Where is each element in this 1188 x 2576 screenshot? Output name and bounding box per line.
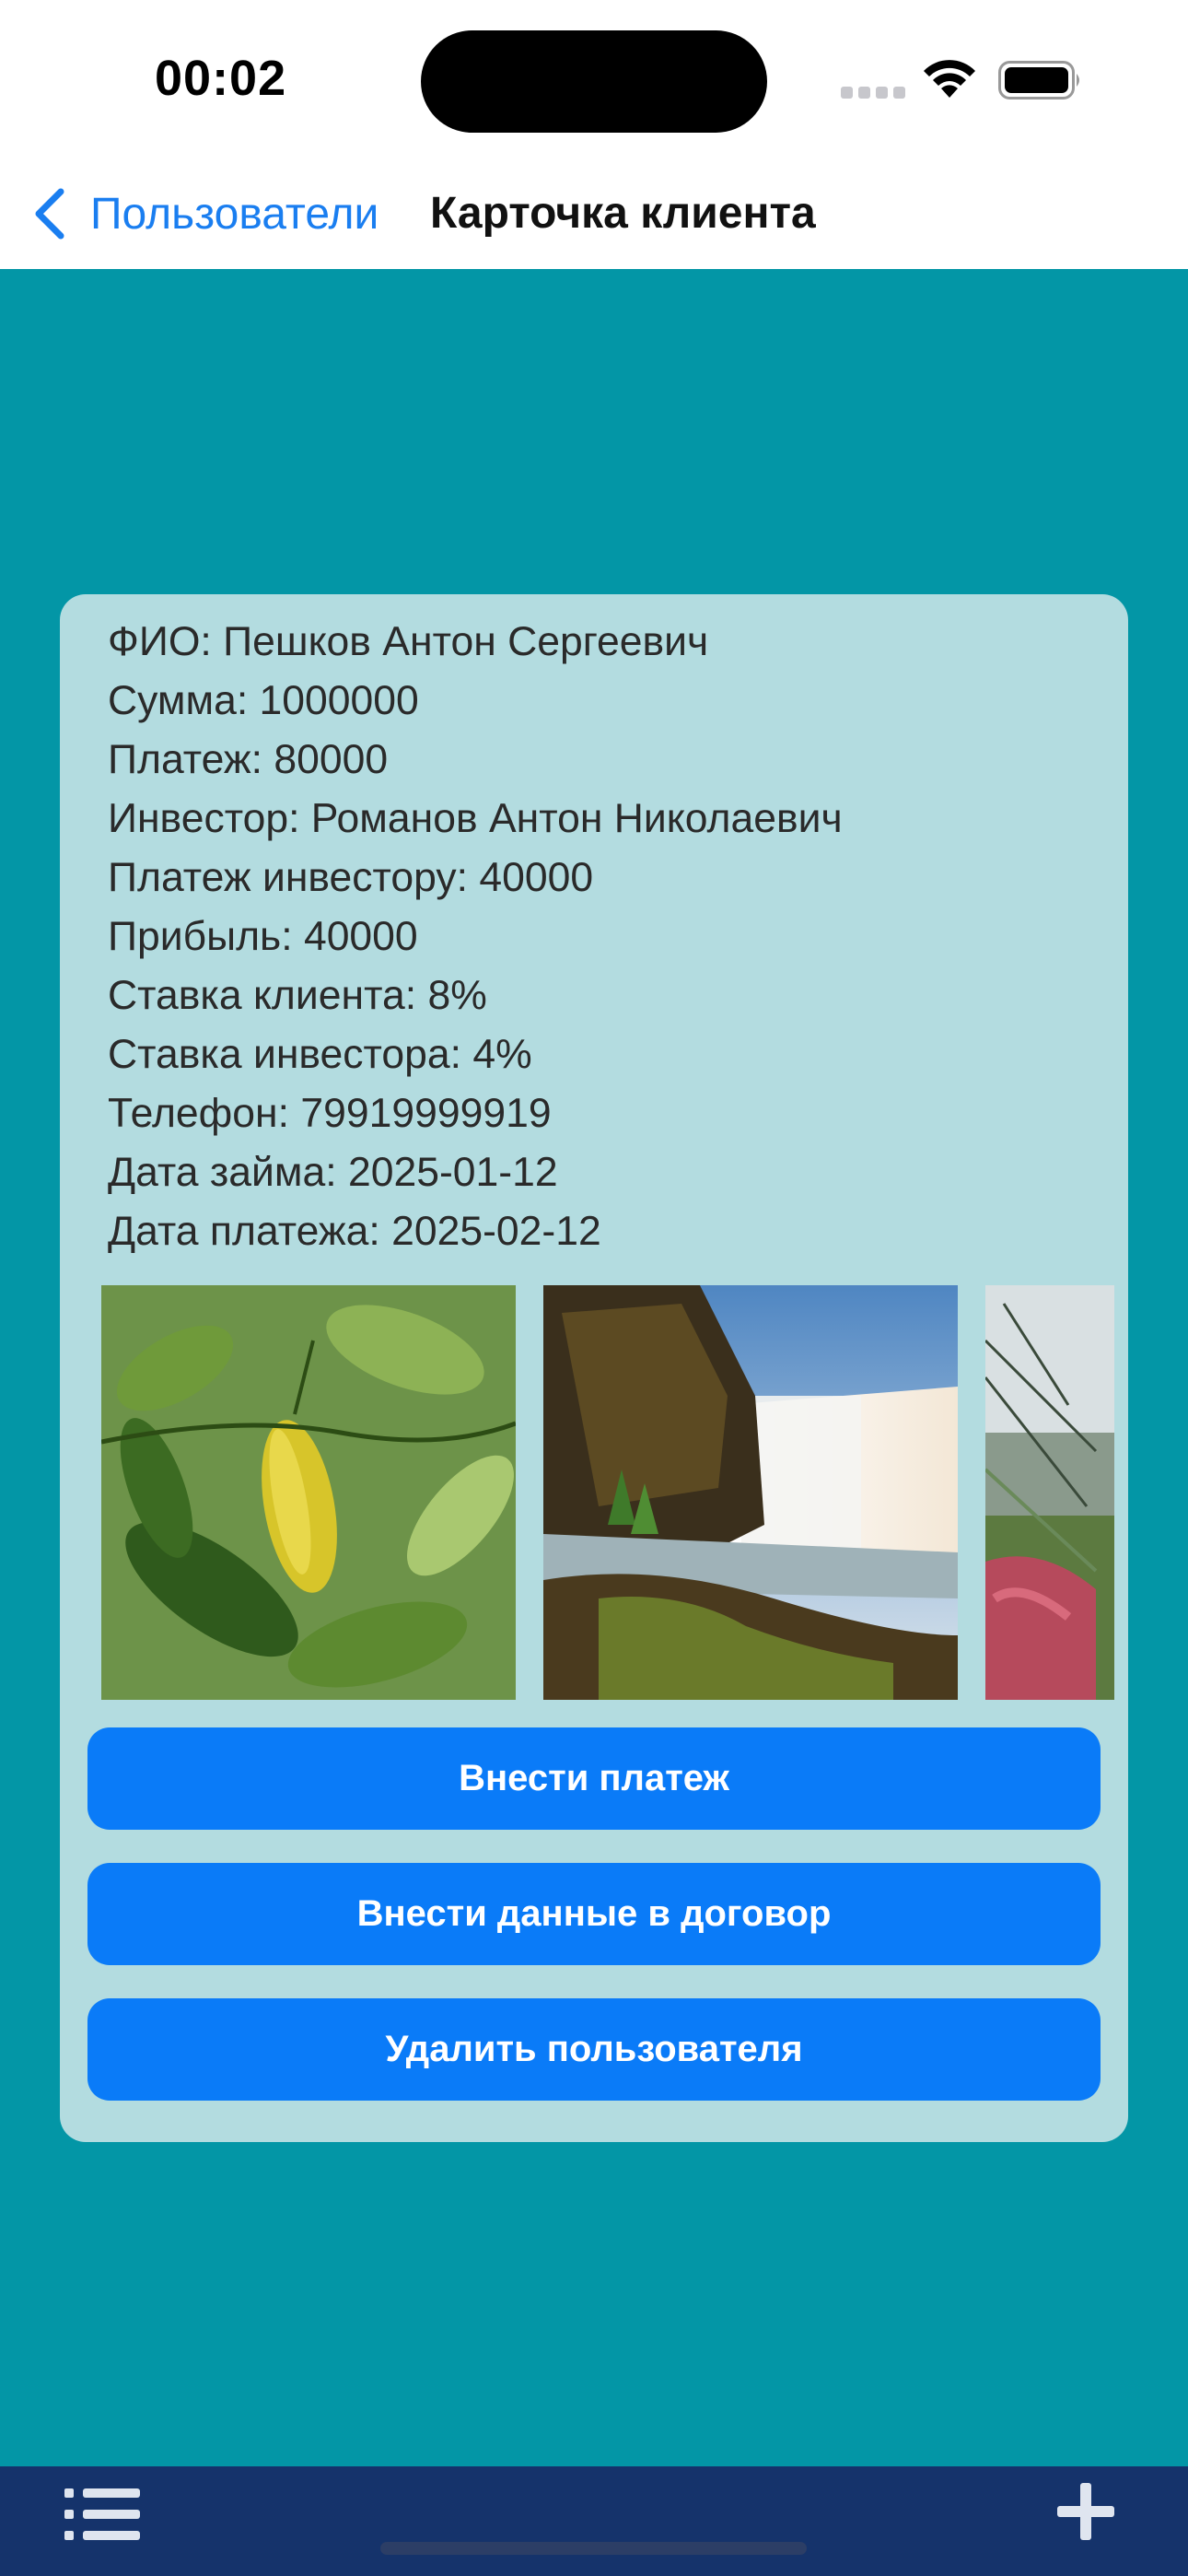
payment-date: Дата платежа: 2025-02-12 [108,1209,601,1254]
loan-date: Дата займа: 2025-01-12 [108,1150,558,1195]
wifi-icon [924,60,975,98]
photo-gallery[interactable] [101,1285,1114,1700]
investor-rate: Ставка инвестора: 4% [108,1032,532,1077]
bottom-toolbar [0,2466,1188,2576]
page-title: Карточка клиента [430,189,816,238]
investor-payment: Платеж инвестору: 40000 [108,855,594,900]
payment-amount: Платеж: 80000 [108,737,389,782]
delete-user-button[interactable]: Удалить пользователя [87,1998,1101,2101]
dynamic-island [421,30,767,133]
chevron-left-icon [35,188,64,240]
waterfall-photo[interactable] [543,1285,958,1700]
loan-amount: Сумма: 1000000 [108,678,419,723]
navigation-bar: Пользователи Карточка клиента [0,157,1188,269]
phone-number: Телефон: 79919999919 [108,1091,552,1136]
grass-coast-photo[interactable] [985,1285,1114,1700]
add-payment-button[interactable]: Внести платеж [87,1727,1101,1830]
plus-icon[interactable] [1055,2481,1116,2542]
back-button[interactable]: Пользователи [31,181,379,247]
client-name: ФИО: Пешков Антон Сергеевич [108,619,709,664]
status-time: 00:02 [155,51,287,106]
edit-contract-button[interactable]: Внести данные в договор [87,1863,1101,1965]
home-indicator [380,2542,807,2555]
investor-name: Инвестор: Романов Антон Николаевич [108,796,843,841]
client-rate: Ставка клиента: 8% [108,973,487,1018]
back-button-label: Пользователи [90,189,379,239]
signal-icon [841,87,907,100]
battery-icon [998,61,1079,100]
profit: Прибыль: 40000 [108,914,418,959]
status-bar: 00:02 [0,0,1188,157]
leaves-photo[interactable] [101,1285,516,1700]
list-icon[interactable] [63,2485,144,2544]
client-card: ФИО: Пешков Антон Сергеевич Сумма: 10000… [60,594,1128,2142]
